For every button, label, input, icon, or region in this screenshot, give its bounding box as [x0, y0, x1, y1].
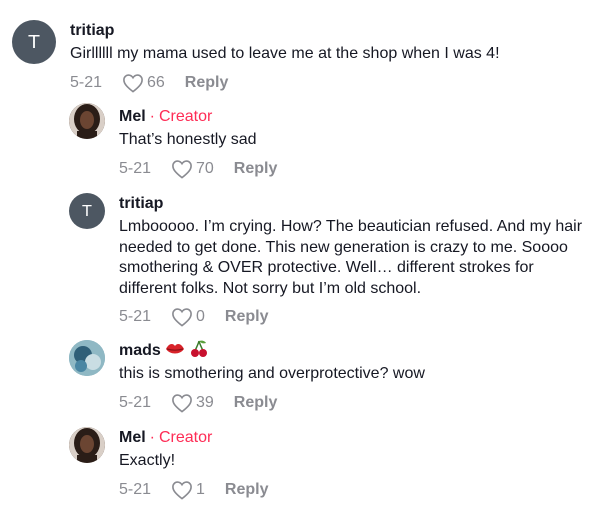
like-button[interactable]: 70 — [171, 159, 214, 179]
comment-date: 5-21 — [119, 159, 152, 177]
comment-date: 5-21 — [70, 73, 103, 91]
profile-photo-icon — [69, 340, 105, 376]
avatar-letter: T — [82, 202, 92, 220]
username[interactable]: mads — [119, 342, 161, 360]
avatar-letter: T — [28, 31, 40, 53]
avatar[interactable] — [69, 340, 105, 376]
heart-icon — [123, 73, 143, 93]
comment-text: this is smothering and overprotective? w… — [119, 365, 425, 382]
separator-dot: · — [149, 429, 155, 446]
comment-text: Lmbooooo. I’m crying. How? The beauticia… — [119, 218, 583, 297]
comment-text: That’s honestly sad — [119, 131, 257, 148]
reply-button[interactable]: Reply — [234, 160, 278, 178]
reply-item: Mel · Creator Exactly! 5-21 1 Reply — [0, 418, 599, 510]
avatar[interactable] — [69, 103, 105, 139]
comment-date: 5-21 — [119, 480, 152, 498]
cherries-emoji — [189, 339, 209, 364]
username[interactable]: tritiap — [119, 195, 163, 213]
creator-badge: Creator — [159, 108, 213, 125]
username[interactable]: tritiap — [70, 22, 114, 40]
like-count: 39 — [196, 393, 214, 411]
creator-badge: Creator — [159, 429, 213, 446]
like-button[interactable]: 66 — [122, 73, 165, 93]
heart-icon — [172, 159, 192, 179]
like-count: 0 — [196, 308, 205, 325]
comment-item: T tritiap Girllllll my mama used to leav… — [0, 0, 599, 95]
reply-button[interactable]: Reply — [225, 481, 269, 499]
like-button[interactable]: 39 — [171, 393, 214, 413]
avatar[interactable] — [69, 427, 105, 463]
username[interactable]: Mel — [119, 429, 146, 447]
heart-icon — [172, 393, 192, 413]
separator-dot: · — [149, 108, 155, 125]
reply-item: T tritiap Lmbooooo. I’m crying. How? The… — [0, 185, 599, 330]
comment-date: 5-21 — [119, 308, 152, 325]
username[interactable]: Mel — [119, 108, 146, 126]
reply-button[interactable]: Reply — [185, 74, 229, 92]
reply-item: Mel · Creator That’s honestly sad 5-21 7… — [0, 95, 599, 185]
like-button[interactable]: 1 — [171, 480, 205, 500]
comment-text: Exactly! — [119, 452, 176, 469]
like-button[interactable]: 0 — [171, 307, 205, 327]
comment-date: 5-21 — [119, 393, 152, 411]
avatar[interactable]: T — [12, 20, 56, 64]
lips-emoji — [165, 341, 185, 362]
reply-button[interactable]: Reply — [234, 394, 278, 412]
heart-icon — [172, 308, 192, 327]
reply-item: mads this is smothering and overprotecti… — [0, 330, 599, 420]
like-count: 70 — [196, 159, 214, 177]
comment-text: Girllllll my mama used to leave me at th… — [70, 45, 500, 62]
avatar[interactable]: T — [69, 193, 105, 229]
like-count: 1 — [196, 480, 205, 498]
like-count: 66 — [147, 73, 165, 91]
reply-button[interactable]: Reply — [225, 308, 269, 326]
profile-photo-icon — [69, 427, 105, 463]
profile-photo-icon — [69, 103, 105, 139]
heart-icon — [172, 480, 192, 500]
